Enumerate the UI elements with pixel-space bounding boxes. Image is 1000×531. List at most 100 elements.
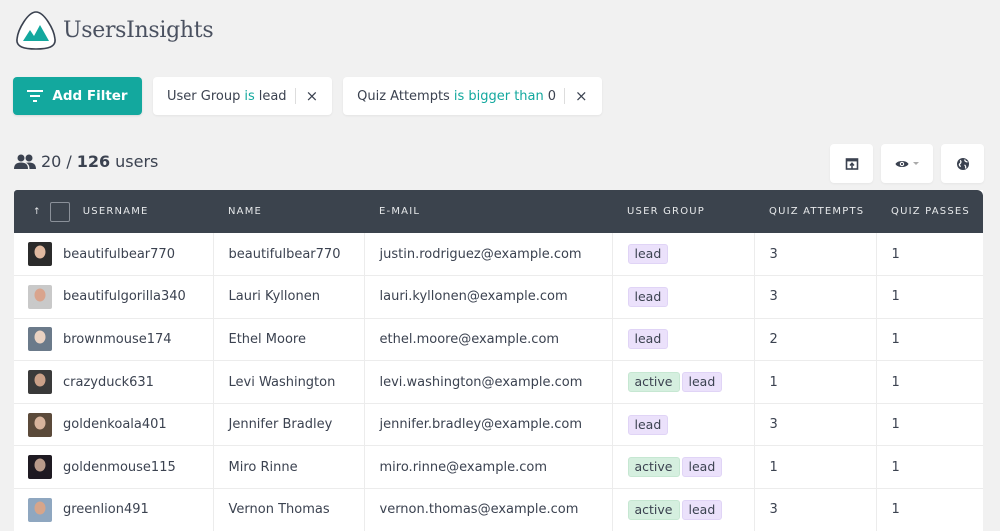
cell-user-group: lead [612,233,755,276]
table-row[interactable]: greenlion491 Vernon Thomas vernon.thomas… [14,488,983,531]
column-header-quiz-attempts[interactable]: Quiz Attempts [754,190,876,233]
cell-email: jennifer.bradley@example.com [364,403,613,446]
cell-email: miro.rinne@example.com [364,445,613,489]
cell-username[interactable]: beautifulbear770 [14,233,214,276]
app-logo[interactable]: UsersInsights [14,9,214,51]
cell-user-group: lead [612,275,755,319]
cell-email: vernon.thomas@example.com [364,488,613,531]
filter-value: lead [258,88,287,104]
cell-quiz-passes: 1 [891,374,900,390]
table-header-row: ↑ Username Name E-mail User Group Quiz A… [14,190,983,233]
filter-field: Quiz Attempts [357,88,450,104]
remove-filter-close-icon[interactable]: × [571,87,592,105]
users-icon [14,154,36,169]
chevron-down-icon [913,162,919,165]
filter-chip-user-group[interactable]: User Group is lead × [153,77,333,115]
user-avatar [28,370,52,395]
remove-filter-close-icon[interactable]: × [302,87,323,105]
table-row[interactable]: goldenmouse115 Miro Rinne miro.rinne@exa… [14,445,983,489]
shown-count: 20 [41,152,62,171]
select-all-checkbox[interactable] [49,201,70,222]
user-avatar [28,497,52,522]
username[interactable]: goldenmouse115 [63,460,176,475]
username[interactable]: beautifulbear770 [63,247,175,262]
table-tools [830,144,984,183]
filter-operator: is bigger than [453,88,544,104]
filter-value: 0 [547,88,557,104]
users-table: ↑ Username Name E-mail User Group Quiz A… [14,190,983,531]
add-filter-button[interactable]: Add Filter [13,77,142,115]
table-row[interactable]: brownmouse174 Ethel Moore ethel.moore@ex… [14,318,983,361]
cell-email: lauri.kyllonen@example.com [364,275,613,319]
app-title: UsersInsights [63,17,214,43]
cell-name: Jennifer Bradley [213,403,365,446]
cell-email: ethel.moore@example.com [364,318,613,361]
user-avatar [28,242,52,267]
cell-username[interactable]: beautifulgorilla340 [14,275,214,319]
map-view-button[interactable] [941,144,984,183]
eye-icon [895,160,909,167]
cell-name: Vernon Thomas [213,488,365,531]
user-avatar [28,327,52,352]
group-tag-lead: lead [627,244,669,265]
column-header-quiz-passes[interactable]: Quiz Passes [876,190,983,233]
group-tag-active: active [627,372,680,393]
cell-quiz-passes: 1 [891,417,900,433]
cell-user-group: lead [612,403,755,446]
username[interactable]: greenlion491 [63,502,149,517]
count-unit: users [115,152,159,171]
user-avatar [28,412,52,437]
cell-user-group: lead [612,318,755,361]
cell-quiz-attempts: 1 [754,445,877,489]
filter-operator: is [244,88,255,104]
group-tag-lead: lead [627,286,669,307]
cell-quiz-attempts: 3 [754,488,877,531]
user-count: 20 / 126 users [14,152,158,171]
cell-name: Ethel Moore [213,318,365,361]
column-header-username[interactable]: ↑ Username [14,190,213,233]
cell-quiz-passes: 1 [891,459,900,475]
table-row[interactable]: goldenkoala401 Jennifer Bradley jennifer… [14,403,983,446]
table-row[interactable]: crazyduck631 Levi Washington levi.washin… [14,360,983,404]
mountain-logo-icon [16,11,56,50]
cell-email: levi.washington@example.com [364,360,613,404]
username[interactable]: crazyduck631 [63,375,154,390]
username[interactable]: brownmouse174 [63,332,172,347]
column-header-name[interactable]: Name [213,190,364,233]
cell-name: beautifulbear770 [213,233,365,276]
cell-user-group: active lead [612,360,755,404]
filter-chip-quiz-attempts[interactable]: Quiz Attempts is bigger than 0 × [343,77,602,115]
cell-username[interactable]: brownmouse174 [14,318,214,361]
table-row[interactable]: beautifulgorilla340 Lauri Kyllonen lauri… [14,275,983,319]
export-button[interactable] [830,144,873,183]
cell-username[interactable]: crazyduck631 [14,360,214,404]
filter-field: User Group [167,88,241,104]
filter-bar: Add Filter User Group is lead × Quiz Att… [13,77,602,115]
username[interactable]: goldenkoala401 [63,417,167,432]
cell-quiz-attempts: 1 [754,360,877,404]
group-tag-active: active [627,457,680,478]
cell-user-group: active lead [612,488,755,531]
sort-arrow-icon[interactable]: ↑ [33,207,42,217]
table-row[interactable]: beautifulbear770 beautifulbear770 justin… [14,233,983,276]
column-header-user-group[interactable]: User Group [612,190,754,233]
user-avatar [28,455,52,480]
cell-username[interactable]: goldenmouse115 [14,445,214,489]
column-label: Username [82,206,149,217]
cell-email: justin.rodriguez@example.com [364,233,613,276]
cell-quiz-attempts: 2 [754,318,877,361]
divider [564,88,566,104]
cell-user-group: active lead [612,445,755,489]
column-visibility-button[interactable] [881,144,933,183]
cell-quiz-passes: 1 [891,289,900,305]
cell-quiz-attempts: 3 [754,403,877,446]
cell-quiz-passes: 1 [891,502,900,518]
username[interactable]: beautifulgorilla340 [63,289,186,304]
column-header-email[interactable]: E-mail [364,190,612,233]
cell-username[interactable]: greenlion491 [14,488,214,531]
export-icon [845,157,858,170]
group-tag-lead: lead [627,414,669,435]
cell-quiz-passes: 1 [891,331,900,347]
divider [294,88,296,104]
cell-username[interactable]: goldenkoala401 [14,403,214,446]
